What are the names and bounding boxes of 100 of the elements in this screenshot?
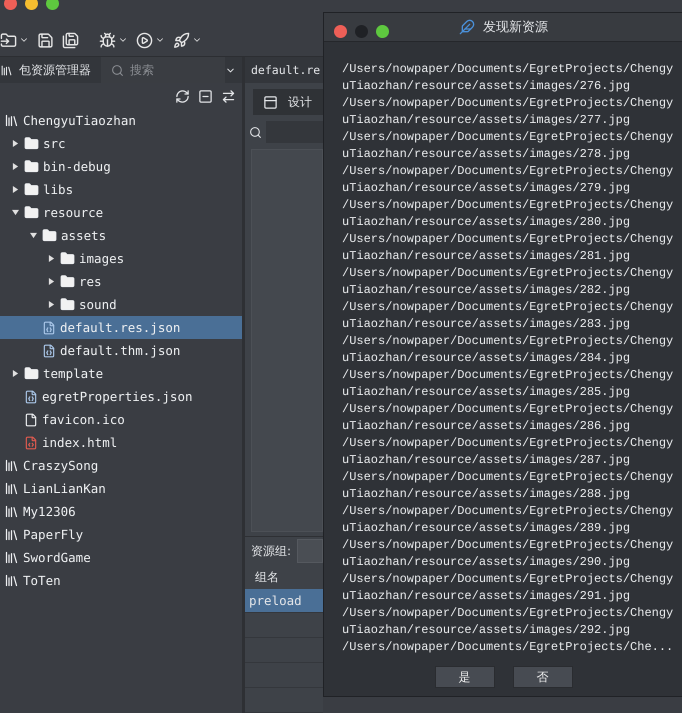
tree-item[interactable]: default.thm.json [0, 339, 242, 362]
file-path-text: uTiaozhan/resource/assets/images/287.jpg [342, 452, 632, 469]
file-path-text: /Users/nowpaper/Documents/EgretProjects/Chengy [342, 469, 674, 486]
file-path-text: uTiaozhan/resource/assets/images/290.jpg [342, 554, 632, 571]
file-path-text: uTiaozhan/resource/assets/images/280.jpg [342, 214, 632, 231]
tree-item[interactable]: ChengyuTiaozhan [0, 109, 242, 132]
design-button[interactable]: 设计 [253, 89, 323, 115]
table-row[interactable]: preload [245, 589, 323, 613]
json-file-icon [24, 390, 38, 404]
folder-icon [24, 182, 39, 197]
window-control[interactable] [334, 25, 347, 38]
file-path-text: /Users/nowpaper/Documents/EgretProjects/Chengy [342, 333, 674, 350]
swap-arrows-icon[interactable] [221, 88, 236, 104]
tree-item[interactable]: PaperFly [0, 523, 242, 546]
file-path-text: uTiaozhan/resource/assets/images/276.jpg [342, 78, 632, 95]
window-control[interactable] [4, 0, 17, 10]
bug-icon[interactable] [99, 32, 116, 48]
collapsed-arrow-icon[interactable] [12, 140, 18, 147]
file-path-text: uTiaozhan/resource/assets/images/291.jpg [342, 588, 632, 605]
column-header: 组名 [254, 568, 280, 586]
rocket-icon[interactable] [173, 32, 190, 48]
window-control[interactable] [376, 25, 389, 38]
collapsed-arrow-icon[interactable] [12, 186, 18, 193]
group-field[interactable] [297, 539, 323, 563]
collapsed-arrow-icon[interactable] [48, 255, 54, 262]
tree-item[interactable]: ToTen [0, 569, 242, 592]
tree-item[interactable]: bin-debug [0, 155, 242, 178]
folder-icon [24, 366, 39, 381]
tree-item[interactable]: sound [0, 293, 242, 316]
file-path-text: uTiaozhan/resource/assets/images/278.jpg [342, 146, 632, 163]
search-field[interactable] [266, 121, 323, 143]
tree-item[interactable]: assets [0, 224, 242, 247]
collapsed-arrow-icon[interactable] [12, 370, 18, 377]
folder-icon [60, 274, 75, 289]
file-path-text: /Users/nowpaper/Documents/EgretProjects/Chengy [342, 265, 674, 282]
html-file-icon [24, 436, 38, 450]
expanded-arrow-icon[interactable] [30, 232, 36, 239]
folder-icon [60, 251, 75, 266]
folder-icon [24, 136, 39, 151]
file-path-text: uTiaozhan/resource/assets/images/284.jpg [342, 350, 632, 367]
file-path-text: uTiaozhan/resource/assets/images/289.jpg [342, 520, 632, 537]
save-icon[interactable] [37, 32, 54, 48]
file-path-text: /Users/nowpaper/Documents/EgretProjects/Chengy [342, 435, 674, 452]
file-path-text: uTiaozhan/resource/assets/images/292.jpg [342, 622, 632, 639]
tree-item[interactable]: libs [0, 178, 242, 201]
dialog-button[interactable]: 是 [434, 666, 494, 688]
window-control[interactable] [46, 0, 59, 10]
json-file-icon [42, 320, 56, 334]
tree-item[interactable]: egretProperties.json [0, 385, 242, 408]
app-icon [459, 19, 475, 35]
project-icon [4, 481, 19, 496]
file-path-text: /Users/nowpaper/Documents/EgretProjects/Chengy [342, 571, 674, 588]
file-path-text: /Users/nowpaper/Documents/EgretProjects/Chengy [342, 503, 674, 520]
play-icon[interactable] [136, 32, 153, 48]
tree-item[interactable]: src [0, 132, 242, 155]
file-path-text: /Users/nowpaper/Documents/EgretProjects/Chengy [342, 231, 674, 248]
file-path-text: uTiaozhan/resource/assets/images/277.jpg [342, 112, 632, 129]
save-all-icon[interactable] [62, 32, 79, 48]
expanded-arrow-icon[interactable] [12, 209, 18, 216]
project-icon [4, 458, 19, 473]
file-path-text: uTiaozhan/resource/assets/images/282.jpg [342, 282, 632, 299]
file-path-text: /Users/nowpaper/Documents/EgretProjects/Chengy [342, 129, 674, 146]
search-icon [249, 126, 262, 138]
folder-icon [42, 228, 57, 243]
search-icon [111, 64, 124, 76]
project-icon [4, 113, 19, 128]
file-path-text: /Users/nowpaper/Documents/EgretProjects/Chengy [342, 605, 674, 622]
project-icon [4, 573, 19, 588]
dialog-button[interactable]: 否 [512, 666, 572, 688]
file-path-text: /Users/nowpaper/Documents/EgretProjects/Che... [342, 639, 674, 656]
window-control[interactable] [25, 0, 38, 10]
folder-arrow-icon[interactable] [0, 32, 17, 48]
tree-item[interactable]: images [0, 247, 242, 270]
file-path-text: /Users/nowpaper/Documents/EgretProjects/Chengy [342, 163, 674, 180]
tree-item[interactable]: index.html [0, 431, 242, 454]
file-path-text: uTiaozhan/resource/assets/images/281.jpg [342, 248, 632, 265]
tree-item[interactable]: favicon.ico [0, 408, 242, 431]
collapsed-arrow-icon[interactable] [48, 278, 54, 285]
file-path-text: uTiaozhan/resource/assets/images/288.jpg [342, 486, 632, 503]
tree-item[interactable]: LianLianKan [0, 477, 242, 500]
tree-item[interactable]: res [0, 270, 242, 293]
file-path-text: /Users/nowpaper/Documents/EgretProjects/Chengy [342, 299, 674, 316]
collapsed-arrow-icon[interactable] [48, 301, 54, 308]
tree-item[interactable]: CraszySong [0, 454, 242, 477]
folder-icon [60, 297, 75, 312]
file-path-text: /Users/nowpaper/Documents/EgretProjects/Chengy [342, 95, 674, 112]
explorer-tab[interactable]: 包资源管理器 [0, 57, 101, 83]
refresh-icon[interactable] [175, 88, 190, 104]
tree-item[interactable]: default.res.json [0, 316, 242, 339]
tree-item[interactable]: resource [0, 201, 242, 224]
file-icon [24, 412, 38, 426]
editor-tab[interactable]: default.re [245, 57, 323, 83]
file-path-text: /Users/nowpaper/Documents/EgretProjects/Chengy [342, 197, 674, 214]
tree-item[interactable]: template [0, 362, 242, 385]
collapsed-arrow-icon[interactable] [12, 163, 18, 170]
file-path-text: uTiaozhan/resource/assets/images/279.jpg [342, 180, 632, 197]
collapse-icon[interactable] [198, 88, 213, 104]
tree-item[interactable]: SwordGame [0, 546, 242, 569]
tree-item[interactable]: My12306 [0, 500, 242, 523]
project-icon [4, 550, 19, 565]
